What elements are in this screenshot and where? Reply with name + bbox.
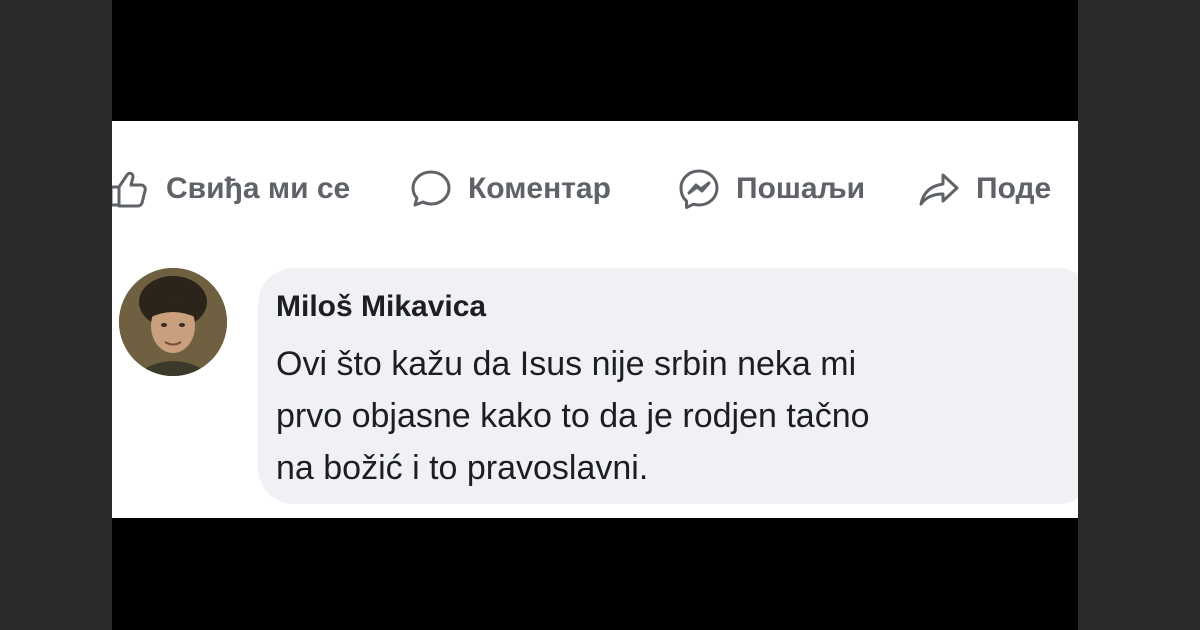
speech-bubble-icon (408, 166, 454, 212)
screenshot-frame: Свиђа ми се Коментар Пошаљи Поде Miloš M… (112, 0, 1078, 630)
thumbs-up-icon (112, 166, 152, 212)
messenger-icon (676, 166, 722, 212)
post-action-bar: Свиђа ми се Коментар Пошаљи Поде (112, 162, 1078, 216)
comment: Miloš Mikavica Ovi što kažu da Isus nije… (112, 268, 1078, 508)
like-label: Свиђа ми се (166, 172, 351, 205)
send-button[interactable]: Пошаљи (676, 162, 865, 216)
comment-line: Ovi što kažu da Isus nije srbin neka mi (276, 345, 857, 383)
share-arrow-icon (916, 166, 962, 212)
avatar[interactable] (119, 268, 227, 376)
comment-text: Ovi što kažu da Isus nije srbin neka mi … (276, 338, 1066, 494)
comment-label: Коментар (468, 172, 611, 205)
send-label: Пошаљи (736, 172, 866, 205)
comment-button[interactable]: Коментар (408, 162, 611, 216)
share-button[interactable]: Поде (916, 162, 1051, 216)
comment-line: prvo objasne kako to da je rodjen tačno (276, 397, 870, 435)
share-label: Поде (976, 172, 1052, 205)
comment-author[interactable]: Miloš Mikavica (276, 290, 486, 324)
like-button[interactable]: Свиђа ми се (112, 162, 350, 216)
comment-bubble: Miloš Mikavica Ovi što kažu da Isus nije… (258, 268, 1078, 504)
comment-line: na božić i to pravoslavni. (276, 449, 649, 487)
